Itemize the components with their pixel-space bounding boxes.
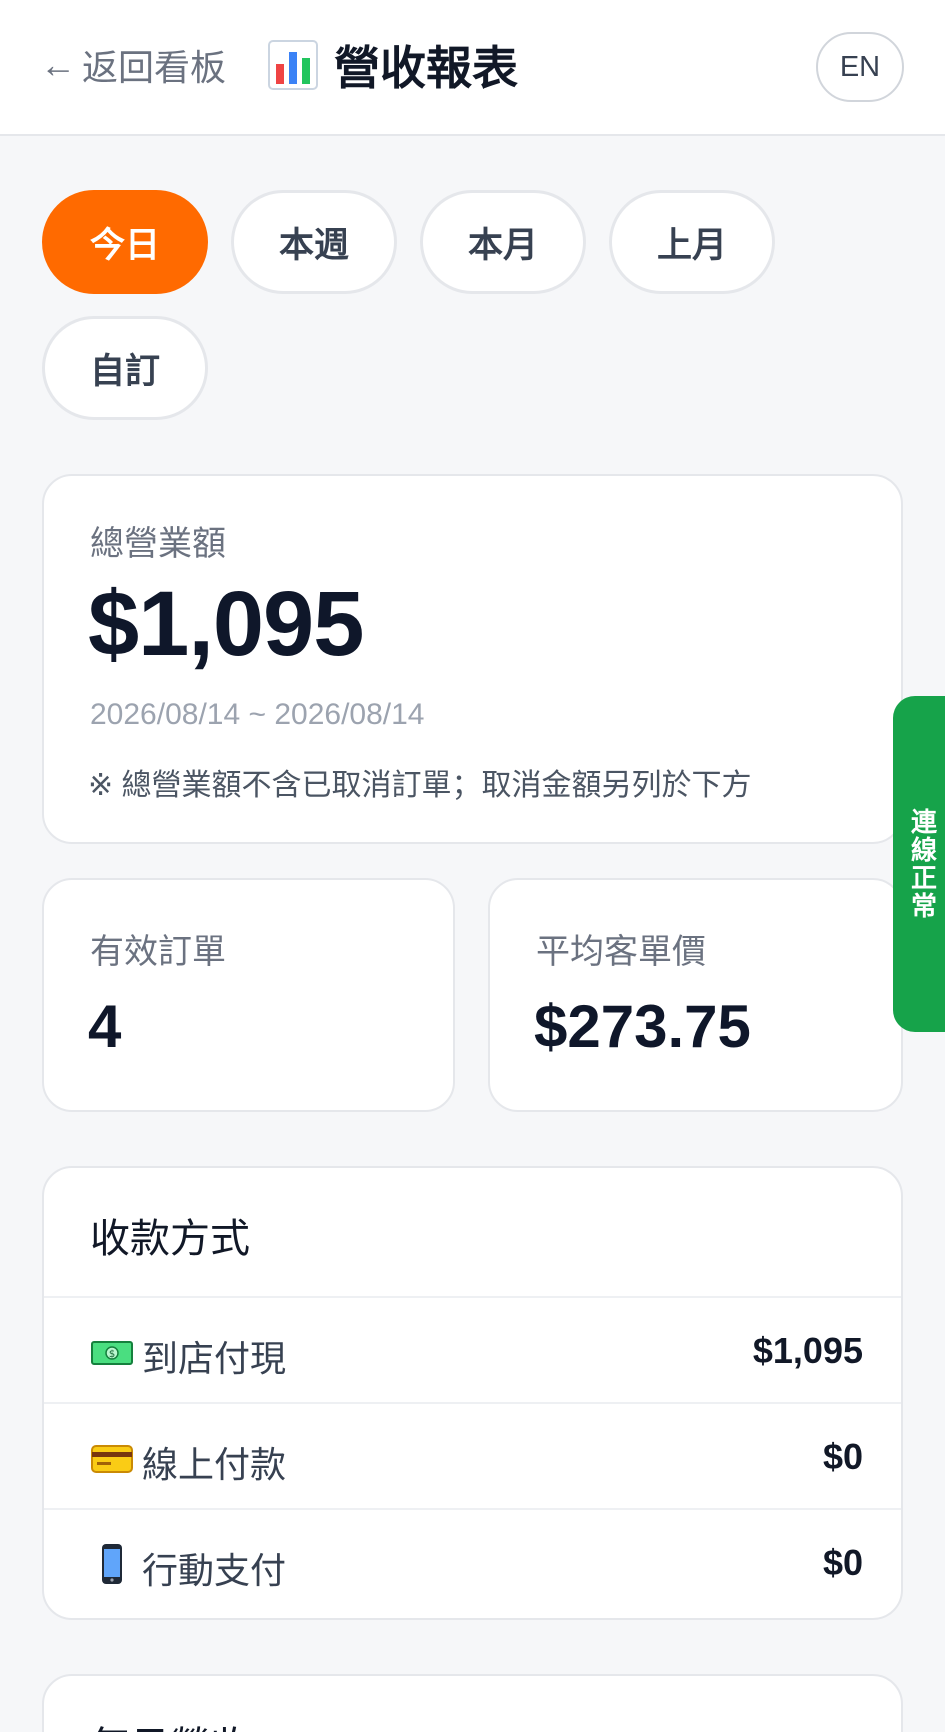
back-to-dashboard-link[interactable]: ← 返回看板 [40, 40, 226, 90]
connection-status-tab: 連線正常 [893, 696, 945, 1032]
payment-row-cash: $ 到店付現 $1,095 [44, 1296, 901, 1402]
tab-custom[interactable]: 自訂 [42, 316, 208, 420]
payment-row-online: 線上付款 $0 [44, 1402, 901, 1508]
payment-method-name: 到店付現 [142, 1338, 287, 1379]
tab-today[interactable]: 今日 [42, 190, 208, 294]
cash-icon: $ [91, 1341, 133, 1365]
tab-last-month[interactable]: 上月 [609, 190, 775, 294]
credit-card-icon [91, 1445, 133, 1473]
page-title-text: 營收報表 [334, 42, 518, 94]
total-revenue-label: 總營業額 [90, 525, 226, 563]
average-order-value-label: 平均客單價 [536, 933, 706, 971]
average-order-value-value: $273.75 [534, 993, 751, 1060]
connection-status-text: 連線正常 [907, 808, 938, 920]
bar-chart-icon [268, 40, 318, 90]
payment-methods-card: 收款方式 $ 到店付現 $1,095 線上付款 $0 行動支付 $0 [42, 1166, 903, 1620]
payment-method-amount: $0 [822, 1542, 863, 1583]
tab-this-week[interactable]: 本週 [231, 190, 397, 294]
back-label: 返回看板 [82, 47, 227, 88]
average-order-value-card: 平均客單價 $273.75 [488, 878, 903, 1112]
mobile-phone-icon [102, 1544, 122, 1584]
payment-method-amount: $0 [822, 1436, 863, 1477]
svg-text:$: $ [109, 1349, 115, 1360]
daily-revenue-card: 每日營收 [42, 1674, 903, 1732]
date-range: 2026/08/14 ~ 2026/08/14 [90, 698, 425, 731]
tab-this-month[interactable]: 本月 [420, 190, 586, 294]
total-revenue-card: 總營業額 $1,095 2026/08/14 ~ 2026/08/14 ※ 總營… [42, 474, 903, 844]
payment-method-amount: $1,095 [752, 1330, 863, 1371]
valid-orders-card: 有效訂單 4 [42, 878, 455, 1112]
payment-method-name: 行動支付 [142, 1550, 287, 1591]
top-bar: ← 返回看板 營收報表 EN [0, 0, 945, 136]
payment-row-mobile: 行動支付 $0 [44, 1508, 901, 1614]
valid-orders-label: 有效訂單 [90, 933, 226, 971]
revenue-note: ※ 總營業額不含已取消訂單；取消金額另列於下方 [88, 769, 752, 802]
payment-method-name: 線上付款 [142, 1444, 287, 1485]
language-toggle-button[interactable]: EN [816, 32, 904, 102]
total-revenue-value: $1,095 [88, 573, 364, 675]
page-title: 營收報表 [266, 36, 518, 94]
payment-methods-title: 收款方式 [90, 1217, 250, 1261]
back-arrow-icon: ← [40, 44, 76, 85]
valid-orders-value: 4 [88, 993, 122, 1060]
daily-revenue-title: 每日營收 [90, 1714, 250, 1732]
